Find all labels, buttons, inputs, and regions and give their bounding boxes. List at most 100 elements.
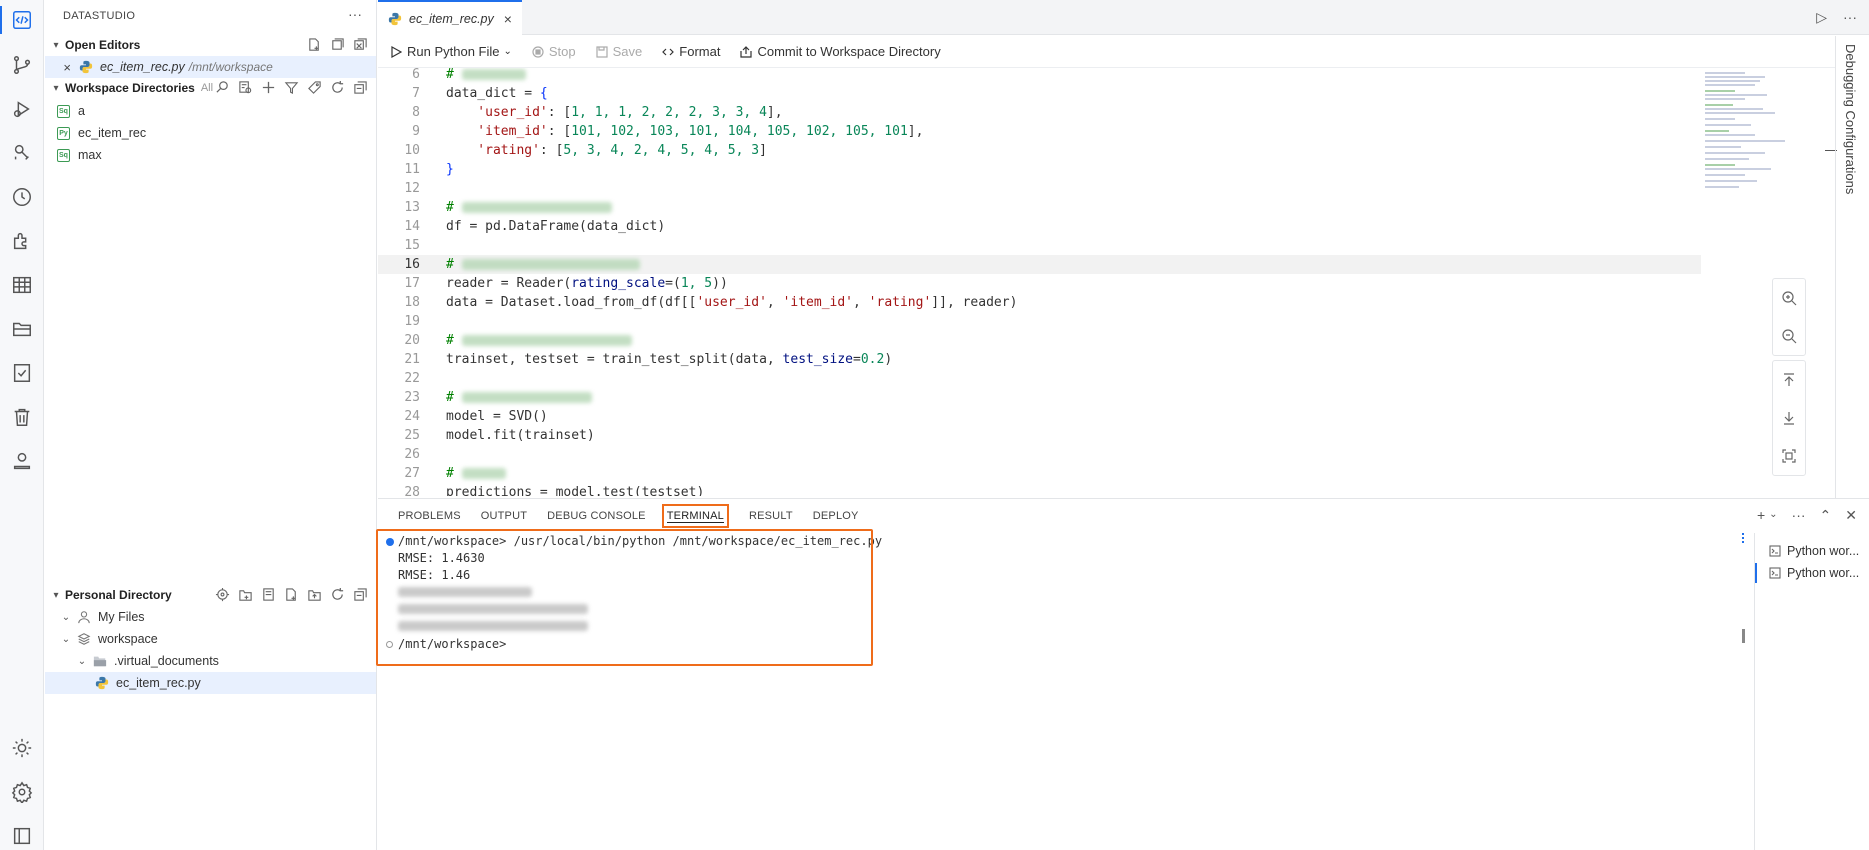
chevron-down-icon[interactable]: ⌄ xyxy=(1769,509,1777,524)
history-icon[interactable] xyxy=(0,179,44,215)
tree-item-my-files[interactable]: ⌄ My Files xyxy=(45,606,376,628)
filter-icon[interactable] xyxy=(284,80,299,95)
personal-directory-header[interactable]: ▾ Personal Directory xyxy=(45,585,376,605)
close-panel-icon[interactable]: ✕ xyxy=(1845,507,1857,524)
format-button[interactable]: Format xyxy=(662,44,720,59)
terminal-scrollbar[interactable] xyxy=(1742,629,1745,643)
search-icon[interactable] xyxy=(215,80,230,95)
run-icon[interactable]: ▷ xyxy=(1816,9,1827,26)
editor-tab-label: ec_item_rec.py xyxy=(409,11,494,26)
zoom-in-icon[interactable] xyxy=(1773,279,1805,317)
tab-problems[interactable]: PROBLEMS xyxy=(398,510,461,522)
open-editor-file: ec_item_rec.py xyxy=(100,60,185,74)
model-icon[interactable] xyxy=(0,135,44,171)
chevron-down-icon: ▾ xyxy=(53,39,59,51)
close-icon[interactable]: × xyxy=(504,11,512,27)
tree-item-virtual-documents[interactable]: ⌄ .virtual_documents xyxy=(45,650,376,672)
close-icon[interactable]: × xyxy=(45,60,71,75)
workspace-item-a[interactable]: Sq a xyxy=(45,100,376,122)
debugging-configurations-tab[interactable]: Debugging Configurations xyxy=(1843,44,1858,194)
new-terminal-icon[interactable]: + xyxy=(1757,507,1765,524)
locate-icon[interactable] xyxy=(215,587,230,602)
refresh-icon[interactable] xyxy=(330,80,345,95)
new-folder-icon[interactable] xyxy=(238,587,253,602)
open-editor-path: /mnt/workspace xyxy=(188,60,273,74)
search-list-icon[interactable] xyxy=(238,80,253,95)
table-icon[interactable] xyxy=(0,267,44,303)
workspace-item-ec-item-rec[interactable]: Py ec_item_rec xyxy=(45,122,376,144)
run-python-file-button[interactable]: Run Python File ⌄ xyxy=(390,44,512,59)
tasks-icon[interactable] xyxy=(0,355,44,391)
settings-icon[interactable] xyxy=(0,774,44,810)
code-line: 13 # xyxy=(378,198,1701,217)
personal-directory-label: Personal Directory xyxy=(65,588,172,602)
new-file-icon[interactable] xyxy=(284,587,299,602)
code-line: 18 data = Dataset.load_from_df(df[['user_… xyxy=(404,295,1018,310)
tab-deploy[interactable]: DEPLOY xyxy=(813,510,859,522)
tab-output[interactable]: OUTPUT xyxy=(481,510,527,522)
terminal[interactable]: /mnt/workspace> /usr/local/bin/python /m… xyxy=(376,529,1752,850)
add-icon[interactable] xyxy=(261,80,276,95)
code-icon xyxy=(662,48,675,55)
source-control-icon[interactable] xyxy=(0,47,44,83)
tree-item-label: ec_item_rec.py xyxy=(116,676,201,690)
close-all-icon[interactable] xyxy=(353,37,368,52)
workspace-item-max[interactable]: Sq max xyxy=(45,144,376,166)
code-line: 27 # xyxy=(378,464,1701,483)
code-editor[interactable]: 6 # 7 data_dict = { 8 'user_id': [1, 1, 1,… xyxy=(378,68,1701,496)
code-line: 6 # xyxy=(378,68,1701,84)
extensions-icon[interactable] xyxy=(0,223,44,259)
code-line: 7 data_dict = { xyxy=(412,86,548,101)
scroll-bottom-icon[interactable] xyxy=(1773,399,1805,437)
collapse-all-icon[interactable] xyxy=(353,587,368,602)
workspace-item-label: a xyxy=(78,104,85,118)
collapse-all-icon[interactable] xyxy=(353,80,368,95)
tree-item-ec-item-rec-py[interactable]: ec_item_rec.py xyxy=(45,672,376,694)
save-all-icon[interactable] xyxy=(330,37,345,52)
user-icon[interactable] xyxy=(0,443,44,479)
datastudio-icon[interactable] xyxy=(0,2,44,38)
scroll-top-icon[interactable] xyxy=(1773,361,1805,399)
stop-icon xyxy=(532,45,544,58)
new-file-icon[interactable] xyxy=(307,37,322,52)
editor-tab[interactable]: ec_item_rec.py × xyxy=(378,0,522,35)
terminal-item[interactable]: Python wor... xyxy=(1769,541,1859,561)
tab-debug-console[interactable]: DEBUG CONSOLE xyxy=(547,510,646,522)
save-button[interactable]: Save xyxy=(596,44,642,59)
chevron-down-icon[interactable]: ⌄ xyxy=(504,46,512,57)
new-notebook-icon[interactable] xyxy=(261,587,276,602)
zoom-out-icon[interactable] xyxy=(1773,317,1805,355)
refresh-icon[interactable] xyxy=(330,587,345,602)
more-icon[interactable]: ··· xyxy=(348,6,362,22)
stop-button[interactable]: Stop xyxy=(532,44,576,59)
tab-terminal[interactable]: TERMINAL xyxy=(661,504,729,528)
sql-file-icon: Sq xyxy=(57,148,70,162)
toggle-panel-icon[interactable] xyxy=(0,818,44,850)
python-file-icon xyxy=(95,676,109,690)
tab-result[interactable]: RESULT xyxy=(749,510,793,522)
workspace-directories-header[interactable]: ▾ Workspace Directories All xyxy=(45,78,376,98)
play-icon xyxy=(391,45,402,58)
editor-toolbar: Run Python File ⌄ Stop Save Format Commi… xyxy=(378,36,1835,68)
layers-icon xyxy=(77,633,91,645)
tag-icon[interactable] xyxy=(307,80,322,95)
commit-button[interactable]: Commit to Workspace Directory xyxy=(740,44,941,59)
terminal-item-active[interactable]: Python wor... xyxy=(1754,563,1859,583)
fit-view-icon[interactable] xyxy=(1773,437,1805,475)
run-debug-icon[interactable] xyxy=(0,91,44,127)
maximize-panel-icon[interactable]: ⌃ xyxy=(1820,507,1832,524)
upload-folder-icon[interactable] xyxy=(307,587,322,602)
theme-icon[interactable] xyxy=(0,730,44,766)
more-icon[interactable]: ··· xyxy=(1792,507,1806,524)
code-line: 9 'item_id': [101, 102, 103, 101, 104, 1… xyxy=(412,124,924,139)
minimap[interactable] xyxy=(1705,68,1825,198)
open-editor-item[interactable]: × ec_item_rec.py /mnt/workspace xyxy=(45,56,376,78)
all-filter[interactable]: All xyxy=(201,82,213,94)
code-line: 11} xyxy=(404,162,454,177)
open-editors-header[interactable]: ▾ Open Editors xyxy=(45,35,376,55)
folder-icon[interactable] xyxy=(0,311,44,347)
trash-icon[interactable] xyxy=(0,399,44,435)
tree-item-workspace[interactable]: ⌄ workspace xyxy=(45,628,376,650)
code-line: 25 model.fit(trainset) xyxy=(404,428,595,443)
more-icon[interactable]: ··· xyxy=(1843,9,1857,26)
